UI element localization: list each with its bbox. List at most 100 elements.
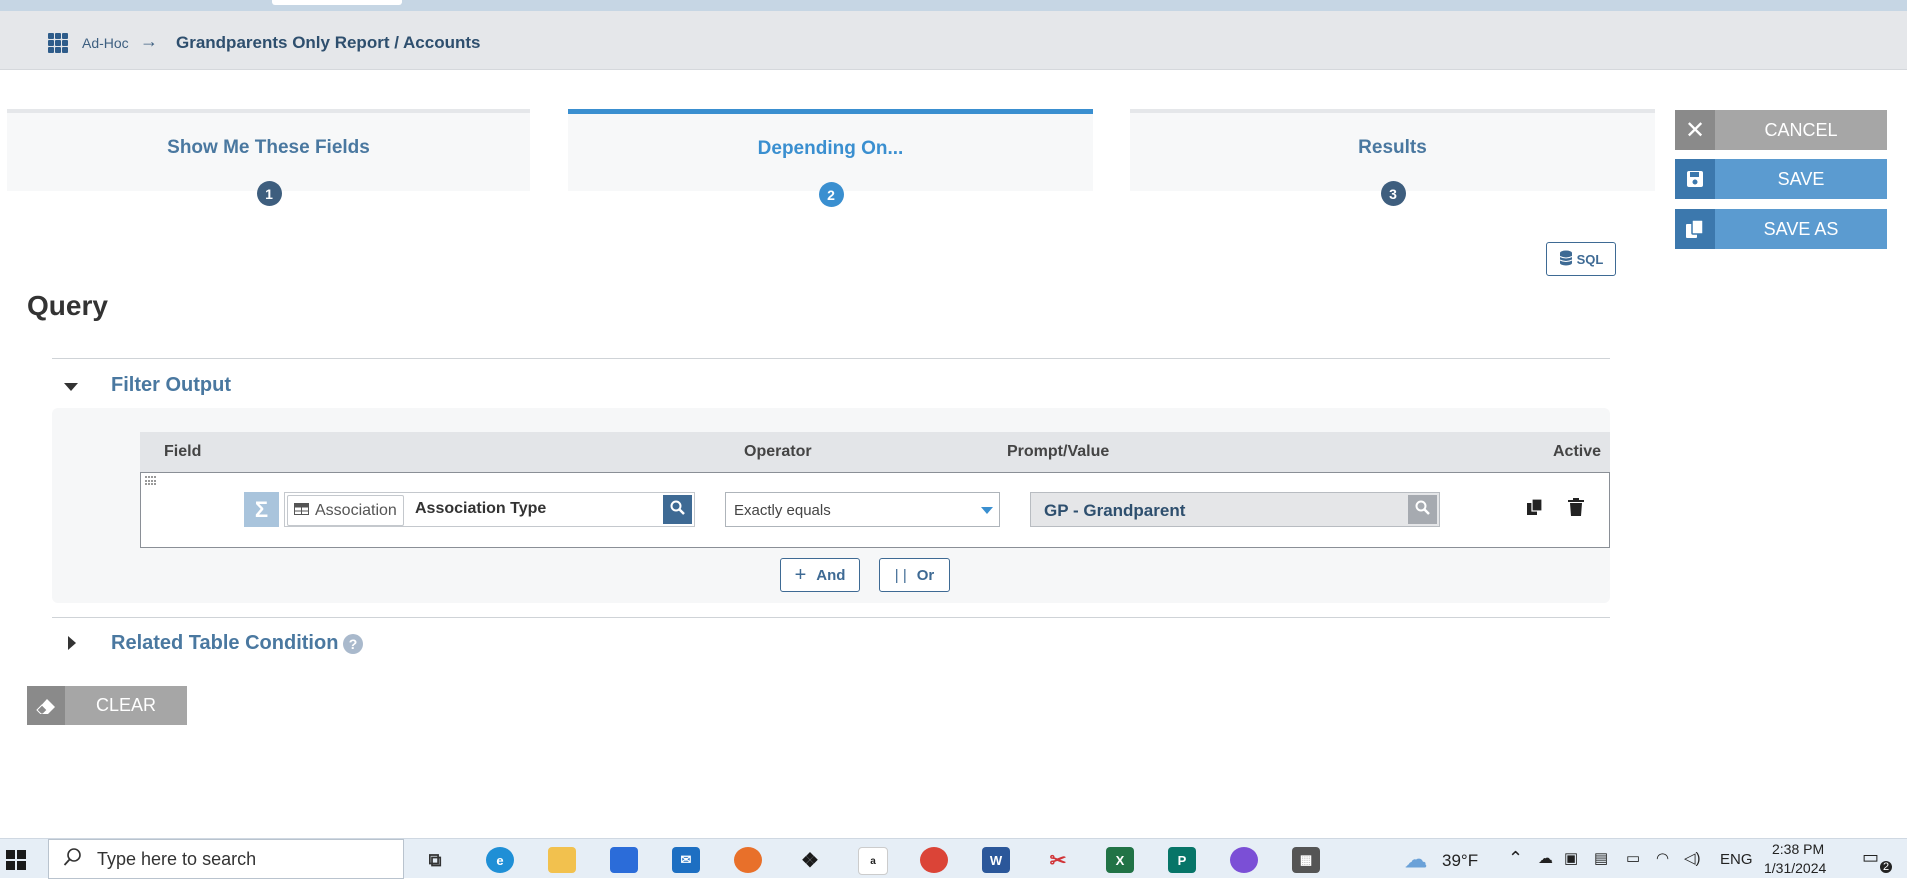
table-icon (294, 502, 309, 520)
page-title: Grandparents Only Report / Accounts (176, 33, 481, 52)
step-results[interactable]: Results 3 (1130, 109, 1655, 206)
add-and-condition-button[interactable]: + And (780, 558, 860, 592)
meet-now-icon[interactable]: ▣ (1564, 849, 1578, 867)
eraser-icon (27, 686, 65, 725)
search-icon (1415, 500, 1430, 520)
help-icon[interactable]: ? (343, 634, 363, 654)
word-icon[interactable]: W (982, 847, 1010, 873)
field-selector[interactable]: Association Association Type (284, 492, 695, 527)
notifications-icon[interactable]: ▭ (1862, 847, 1879, 868)
save-as-label: SAVE AS (1763, 218, 1839, 239)
search-icon (670, 500, 685, 520)
divider (52, 358, 1610, 359)
caret-right-icon[interactable] (68, 636, 78, 653)
dropbox-icon[interactable]: ❖ (796, 847, 824, 873)
breadcrumb: Ad-Hoc → Grandparents Only Report / Acco… (0, 11, 1907, 70)
step-number-badge: 1 (256, 181, 282, 206)
column-header-field: Field (164, 443, 202, 460)
aggregate-sigma-button[interactable]: Σ (244, 492, 279, 527)
chevron-down-icon (981, 507, 993, 514)
weather-temperature[interactable]: 39°F (1442, 851, 1478, 871)
sql-button[interactable]: SQL (1546, 242, 1616, 276)
prompt-value-field[interactable]: GP - Grandparent (1030, 492, 1440, 527)
vpn-icon[interactable] (1230, 847, 1258, 873)
save-button[interactable]: SAVE (1675, 159, 1887, 199)
active-browser-tab[interactable] (272, 0, 402, 5)
chrome-icon[interactable] (920, 847, 948, 873)
excel-icon[interactable]: X (1106, 847, 1134, 873)
table-name: Association (315, 501, 397, 519)
filter-grid-header: Field Operator Prompt/Value Active (140, 432, 1610, 472)
taskbar-search-placeholder: Type here to search (97, 848, 257, 869)
chevron-up-icon[interactable]: ⌃ (1508, 848, 1523, 869)
weather-cloud-icon[interactable]: ☁ (1402, 847, 1430, 873)
delete-row-button[interactable] (1564, 497, 1588, 521)
and-label: And (816, 566, 846, 584)
breadcrumb-root-link[interactable]: Ad-Hoc (82, 35, 129, 51)
publisher-icon[interactable]: P (1168, 847, 1196, 873)
copy-icon (1675, 209, 1715, 249)
database-icon (1559, 250, 1573, 269)
operator-select[interactable]: Exactly equals (725, 492, 1000, 527)
step-label: Depending On... (757, 138, 904, 159)
copy-icon (1526, 497, 1544, 521)
caret-down-icon[interactable] (64, 380, 78, 396)
microsoft-store-icon[interactable] (610, 847, 638, 873)
taskbar-search-input[interactable]: Type here to search (48, 839, 404, 879)
duplicate-row-button[interactable] (1523, 497, 1547, 521)
cancel-button[interactable]: ✕ CANCEL (1675, 110, 1887, 150)
file-explorer-icon[interactable] (548, 847, 576, 873)
battery-icon[interactable]: ▭ (1626, 849, 1640, 867)
clock-time[interactable]: 2:38 PM (1772, 841, 1824, 857)
step-number-badge: 2 (818, 182, 844, 207)
amazon-icon[interactable]: a (858, 847, 888, 875)
prompt-value: GP - Grandparent (1044, 501, 1186, 520)
column-header-operator: Operator (744, 443, 812, 460)
calculator-icon[interactable]: ▦ (1292, 847, 1320, 873)
related-table-condition-toggle[interactable]: Related Table Condition (111, 632, 338, 655)
search-icon (63, 847, 83, 872)
save-label: SAVE (1777, 168, 1825, 189)
input-language[interactable]: ENG (1720, 851, 1753, 868)
column-header-prompt-value: Prompt/Value (1007, 443, 1110, 460)
field-name: Association Type (415, 500, 547, 517)
field-search-button[interactable] (663, 495, 692, 524)
volume-icon[interactable]: ◁) (1684, 849, 1701, 867)
save-as-button[interactable]: SAVE AS (1675, 209, 1887, 249)
value-search-button[interactable] (1408, 495, 1437, 524)
taskbar: Type here to search ⧉ e ✉ ❖ a W ✂ X P ▦ … (0, 838, 1907, 879)
wifi-icon[interactable]: ◠ (1656, 849, 1669, 867)
clear-button[interactable]: CLEAR (27, 686, 187, 725)
step-depending-on[interactable]: Depending On... 2 (568, 109, 1093, 207)
column-header-active: Active (1553, 443, 1602, 460)
drag-handle-icon[interactable] (145, 476, 159, 486)
divider (52, 617, 1610, 618)
task-view-icon[interactable]: ⧉ (421, 847, 449, 873)
plus-icon: + (794, 563, 807, 586)
firefox-icon[interactable] (734, 847, 762, 873)
windows-start-icon[interactable] (6, 850, 26, 870)
filter-output-toggle[interactable]: Filter Output (111, 374, 231, 397)
floppy-disk-icon (1675, 159, 1715, 199)
clear-label: CLEAR (95, 695, 157, 715)
table-chip: Association (287, 495, 404, 526)
apps-grid-icon[interactable] (48, 33, 68, 53)
cancel-label: CANCEL (1764, 119, 1838, 140)
step-label: Results (1358, 137, 1427, 158)
device-icon[interactable]: ▤ (1594, 849, 1608, 867)
arrow-right-icon: → (140, 31, 158, 51)
add-or-condition-button[interactable]: | | Or (879, 558, 950, 592)
or-pipe-icon: | | (894, 566, 907, 584)
onedrive-icon[interactable]: ☁ (1538, 849, 1553, 867)
snipping-tool-icon[interactable]: ✂ (1044, 847, 1072, 873)
operator-value: Exactly equals (734, 502, 831, 519)
query-heading: Query (27, 290, 108, 321)
sql-label: SQL (1576, 251, 1604, 267)
browser-tab-strip (0, 0, 1907, 11)
mail-icon[interactable]: ✉ (672, 847, 700, 873)
clock-date[interactable]: 1/31/2024 (1764, 860, 1826, 876)
edge-browser-icon[interactable]: e (486, 847, 514, 873)
close-icon: ✕ (1675, 110, 1715, 150)
step-show-fields[interactable]: Show Me These Fields 1 (7, 109, 530, 206)
notification-count-badge: 2 (1880, 861, 1893, 873)
